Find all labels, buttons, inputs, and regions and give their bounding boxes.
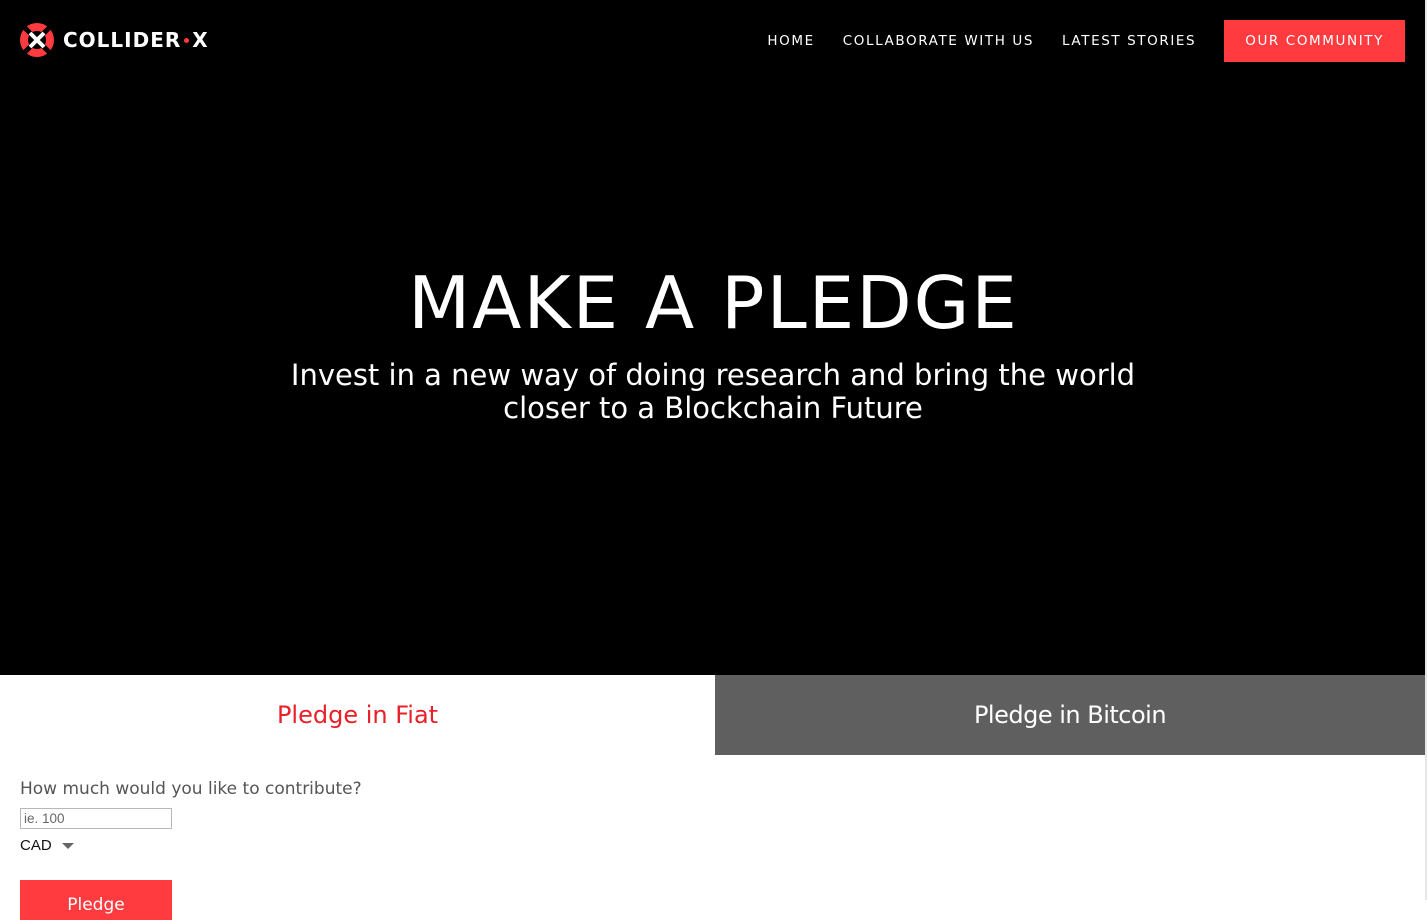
nav-collaborate-with-us[interactable]: COLLABORATE WITH US	[843, 33, 1034, 49]
logo-text-main: COLLIDER	[63, 28, 182, 52]
collider-x-logo-icon	[20, 23, 54, 57]
our-community-button[interactable]: OUR COMMUNITY	[1224, 20, 1405, 62]
hero-section: COLLIDER X HOME COLLABORATE WITH US LATE…	[0, 0, 1427, 675]
tab-pledge-in-fiat[interactable]: Pledge in Fiat	[0, 675, 715, 755]
navbar: COLLIDER X HOME COLLABORATE WITH US LATE…	[0, 0, 1427, 82]
nav-home[interactable]: HOME	[767, 33, 814, 49]
pledge-tabs: Pledge in Fiat Pledge in Bitcoin	[0, 675, 1425, 755]
fiat-pledge-form: How much would you like to contribute? C…	[20, 777, 420, 855]
chevron-down-icon	[61, 842, 74, 849]
nav-latest-stories[interactable]: LATEST STORIES	[1062, 33, 1196, 49]
page-title: MAKE A PLEDGE	[408, 261, 1019, 345]
currency-select[interactable]: CAD	[20, 835, 420, 855]
logo-text-x: X	[192, 28, 209, 52]
logo-dot	[184, 37, 190, 43]
currency-selected-value: CAD	[20, 836, 52, 854]
hero-subtitle: Invest in a new way of doing research an…	[290, 358, 1136, 425]
logo-link[interactable]: COLLIDER X	[19, 22, 209, 58]
tab-pledge-in-bitcoin[interactable]: Pledge in Bitcoin	[715, 675, 1425, 755]
main-nav: HOME COLLABORATE WITH US LATEST STORIES …	[739, 20, 1405, 62]
contribution-label: How much would you like to contribute?	[20, 779, 362, 799]
pledge-submit-button[interactable]: Pledge	[20, 880, 172, 920]
amount-input[interactable]	[20, 808, 172, 829]
logo-wordmark: COLLIDER X	[63, 28, 209, 52]
